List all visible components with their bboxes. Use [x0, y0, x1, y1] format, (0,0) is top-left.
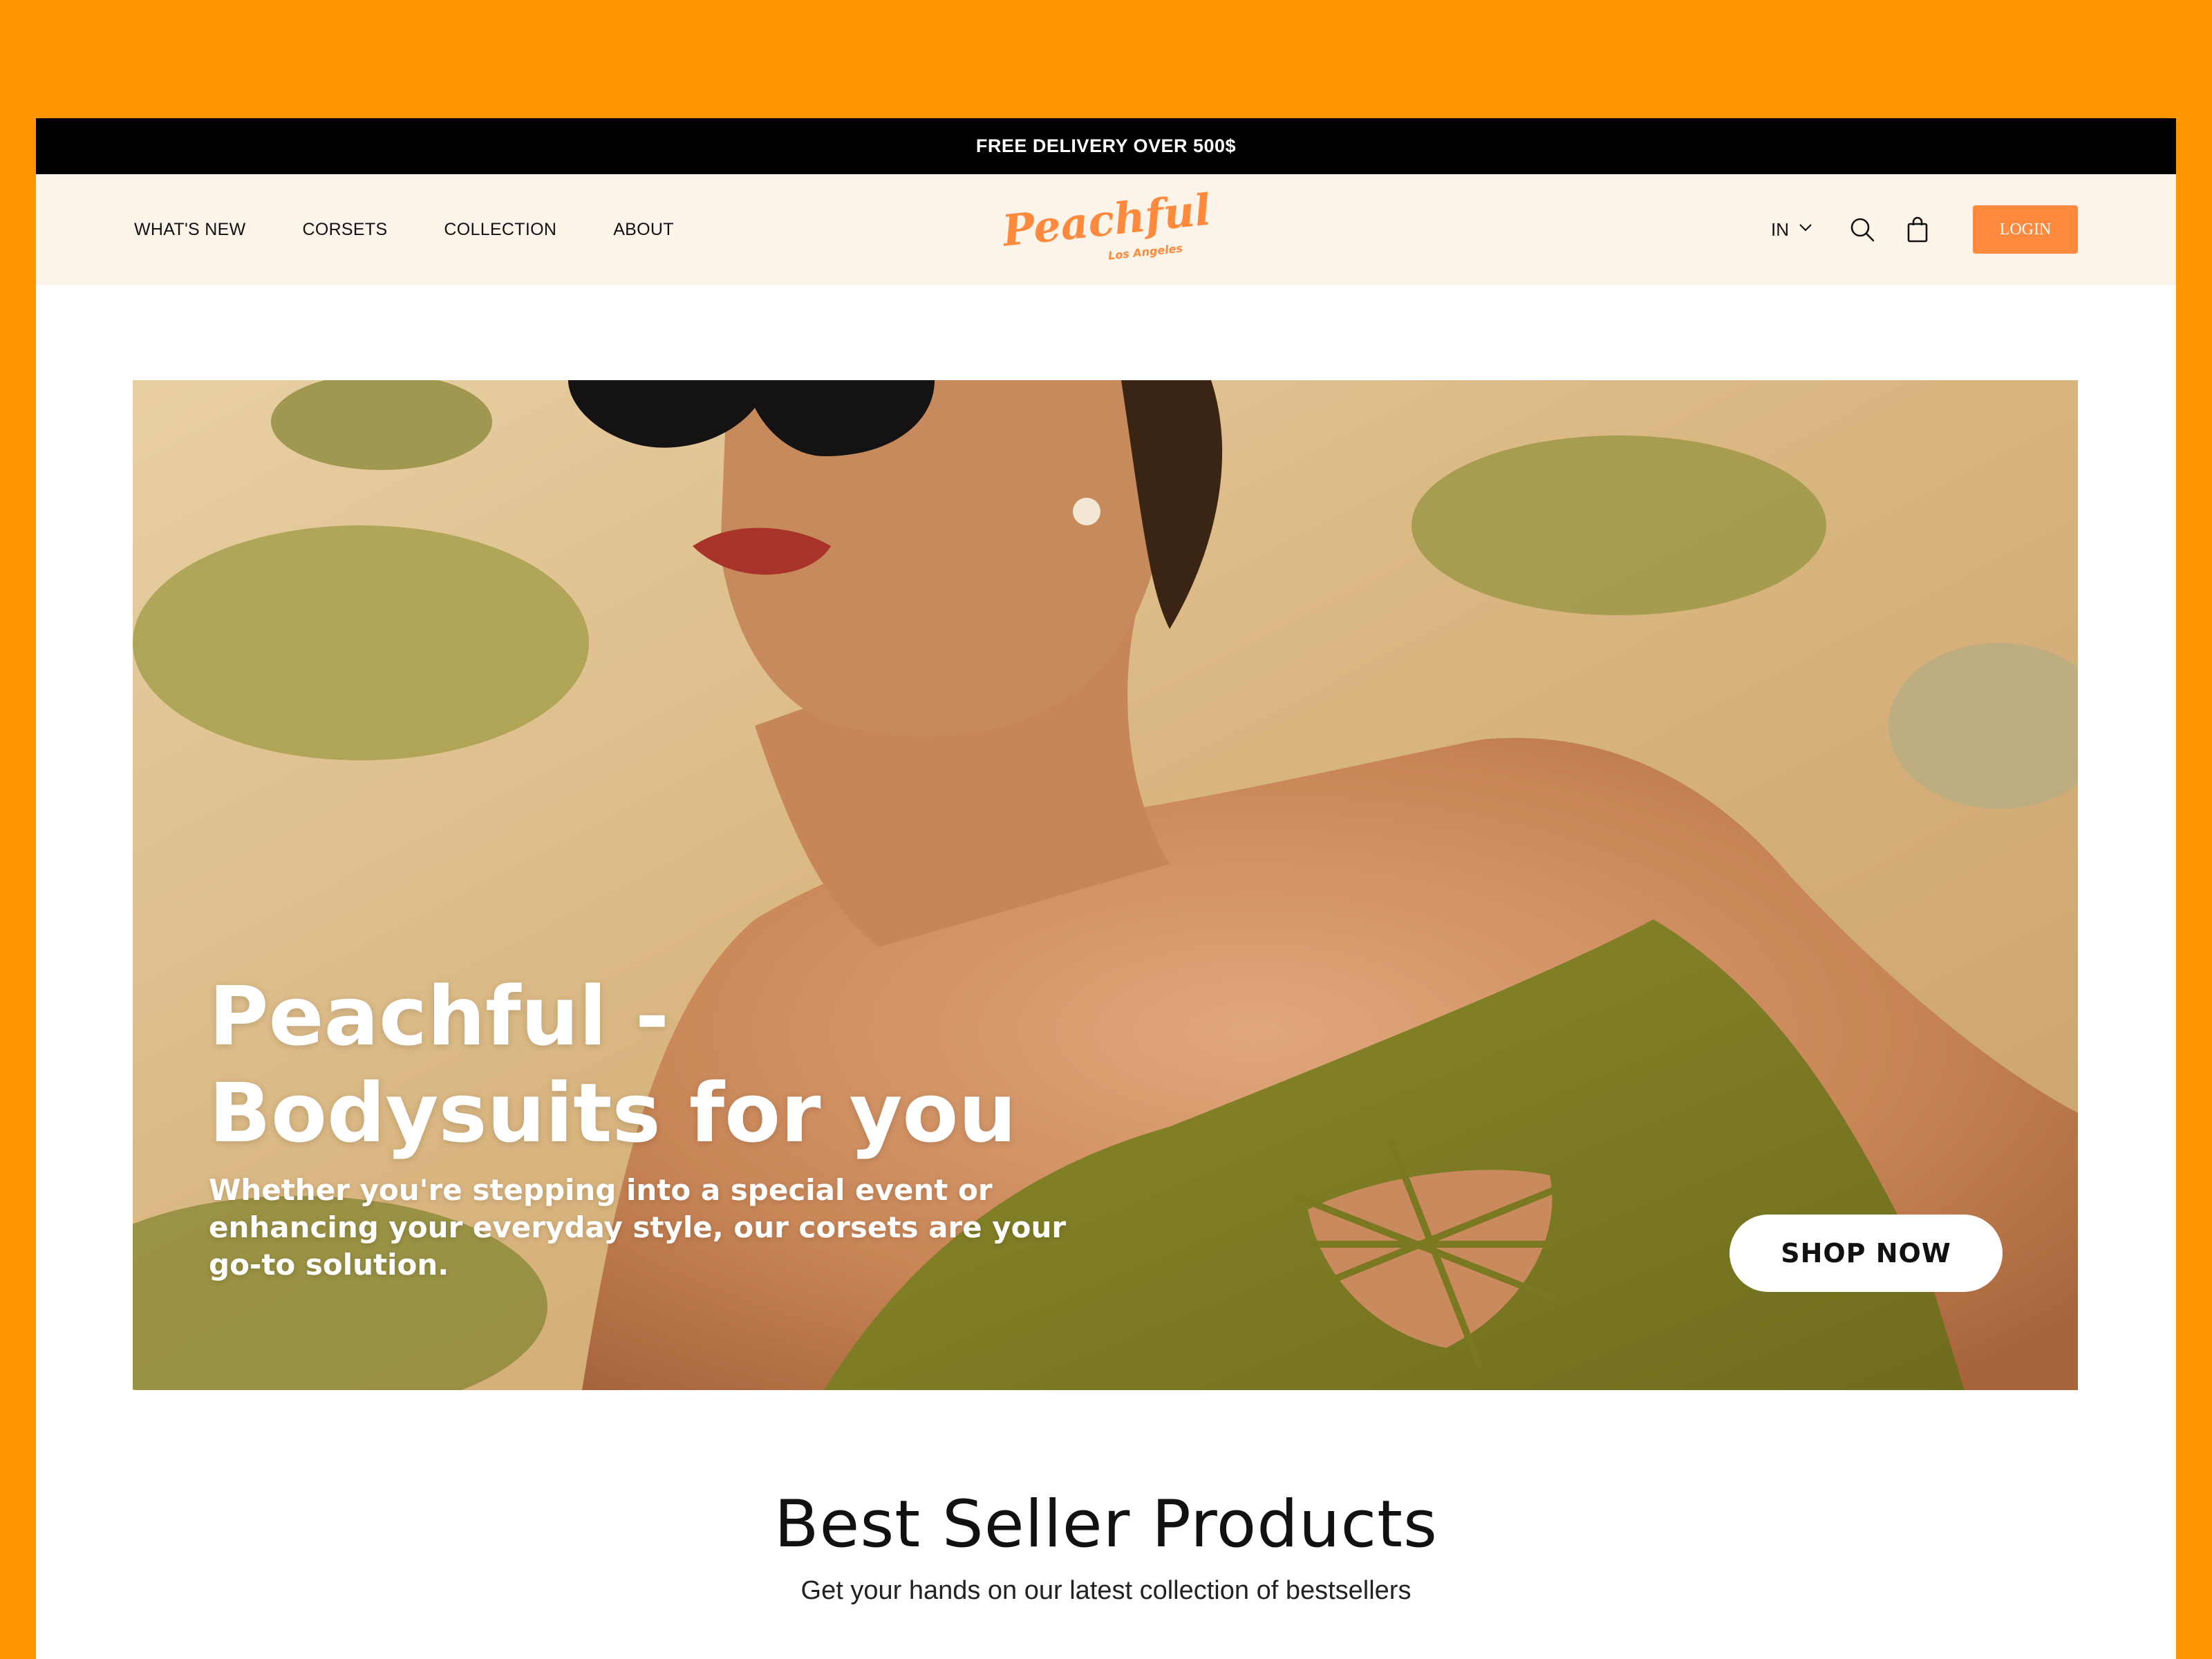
shop-now-button[interactable]: SHOP NOW	[1730, 1215, 2003, 1292]
nav-link-corsets[interactable]: CORSETS	[302, 220, 387, 240]
nav-actions: IN LOGIN	[1771, 174, 2078, 285]
hero-title-line-1: Peachful -	[209, 968, 669, 1064]
top-navbar: WHAT'S NEW CORSETS COLLECTION ABOUT Peac…	[36, 174, 2176, 285]
hero-title-line-2: Bodysuits for you	[209, 1065, 1017, 1161]
brand-logo[interactable]: Peachful Los Angeles	[1004, 187, 1211, 270]
best-sellers-section: Best Seller Products Get your hands on o…	[36, 1487, 2176, 1606]
hero-title: Peachful - Bodysuits for you	[209, 968, 1016, 1161]
svg-text:Los Angeles: Los Angeles	[1107, 241, 1183, 262]
hero-subtitle: Whether you're stepping into a special e…	[209, 1173, 1067, 1282]
language-selector[interactable]: IN	[1771, 219, 1814, 241]
nav-link-collection[interactable]: COLLECTION	[444, 220, 556, 240]
nav-link-about[interactable]: ABOUT	[613, 220, 674, 240]
best-sellers-subtitle: Get your hands on our latest collection …	[800, 1576, 1412, 1605]
hero-banner: Peachful - Bodysuits for you Whether you…	[133, 380, 2078, 1390]
promo-bar: FREE DELIVERY OVER 500$	[36, 118, 2176, 174]
nav-links: WHAT'S NEW CORSETS COLLECTION ABOUT	[134, 174, 731, 285]
language-label: IN	[1771, 218, 1789, 240]
browser-page: FREE DELIVERY OVER 500$ WHAT'S NEW CORSE…	[36, 118, 2176, 1659]
promo-text: FREE DELIVERY OVER 500$	[975, 135, 1237, 156]
best-sellers-title: Best Seller Products	[774, 1487, 1438, 1562]
login-button[interactable]: LOGIN	[1973, 205, 2078, 254]
shopping-bag-icon[interactable]	[1904, 216, 1931, 243]
nav-link-whats-new[interactable]: WHAT'S NEW	[134, 220, 245, 240]
search-icon[interactable]	[1848, 216, 1876, 243]
chevron-down-icon	[1797, 219, 1814, 241]
